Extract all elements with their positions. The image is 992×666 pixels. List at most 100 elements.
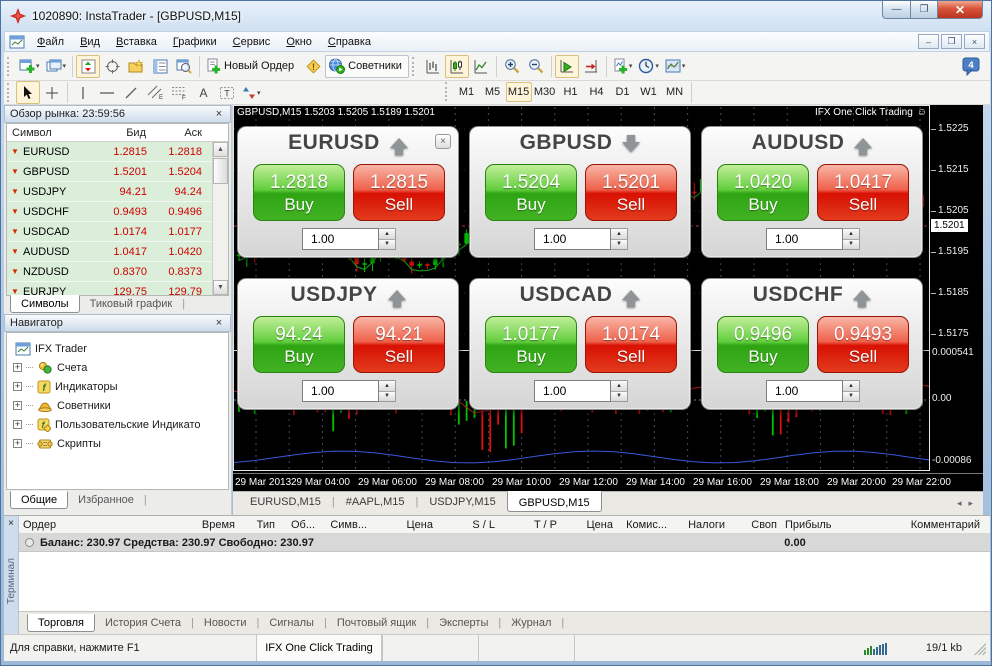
sell-button[interactable]: 1.2815Sell — [353, 164, 445, 221]
tab-signals[interactable]: Сигналы — [259, 615, 324, 631]
terminal-toggle-button[interactable] — [148, 55, 172, 78]
volume-input[interactable] — [766, 380, 843, 402]
spin-up-icon[interactable]: ▲ — [379, 381, 395, 392]
smiley-icon[interactable]: ☺ — [917, 107, 927, 118]
timeframe-w1[interactable]: W1 — [636, 82, 662, 102]
spin-down-icon[interactable]: ▼ — [379, 240, 395, 250]
volume-input[interactable] — [302, 380, 379, 402]
crosshair-target-button[interactable] — [100, 55, 124, 78]
timeframe-h1[interactable]: H1 — [558, 82, 584, 102]
spin-down-icon[interactable]: ▼ — [843, 392, 859, 402]
column-bid[interactable]: Бид — [99, 127, 151, 139]
menu-help[interactable]: Справка — [320, 34, 379, 50]
tab-journal[interactable]: Журнал — [501, 615, 561, 631]
sell-button[interactable]: 0.9493Sell — [817, 316, 909, 373]
sell-button[interactable]: 94.21Sell — [353, 316, 445, 373]
spin-down-icon[interactable]: ▼ — [379, 392, 395, 402]
tree-item-advisors[interactable]: + Советники — [7, 396, 228, 415]
tab-account-history[interactable]: История Счета — [95, 615, 191, 631]
market-watch-row[interactable]: ▼NZDUSD0.83700.8373 — [7, 262, 212, 282]
timeframe-m15[interactable]: M15 — [506, 82, 532, 102]
title-bar[interactable]: 1020890: InstaTrader - [GBPUSD,M15] — ❐ … — [1, 1, 991, 31]
toolbar-grip[interactable] — [445, 82, 450, 101]
toolbar-grip[interactable] — [412, 57, 417, 76]
spin-up-icon[interactable]: ▲ — [611, 229, 627, 240]
buy-button[interactable]: 1.2818Buy — [253, 164, 345, 221]
timeframe-m5[interactable]: M5 — [480, 82, 506, 102]
zoom-in-button[interactable] — [500, 55, 524, 78]
strategy-tester-button[interactable] — [172, 55, 196, 78]
sell-button[interactable]: 1.0417Sell — [817, 164, 909, 221]
volume-input[interactable] — [534, 380, 611, 402]
templates-button[interactable]: ▾ — [662, 55, 689, 78]
buy-button[interactable]: 0.9496Buy — [717, 316, 809, 373]
tab-eurusd-m15[interactable]: EURUSD,M15 — [239, 494, 332, 510]
market-watch-row[interactable]: ▼USDCAD1.01741.0177 — [7, 222, 212, 242]
bar-chart-button[interactable] — [421, 55, 445, 78]
timeframe-mn[interactable]: MN — [662, 82, 688, 102]
expand-icon[interactable]: + — [13, 401, 22, 410]
sell-button[interactable]: 1.5201Sell — [585, 164, 677, 221]
new-order-button[interactable]: Новый Ордер — [203, 55, 301, 78]
auto-scroll-button[interactable] — [555, 55, 579, 78]
terminal-close-icon[interactable]: × — [8, 516, 14, 529]
text-button[interactable]: A — [191, 81, 215, 104]
menu-window[interactable]: Окно — [278, 34, 320, 50]
alert-button[interactable]: ! — [301, 55, 325, 78]
tab-usdjpy-m15[interactable]: USDJPY,M15 — [418, 494, 506, 510]
tab-mailbox[interactable]: Почтовый ящик — [327, 615, 426, 631]
tabs-scroll-left-icon[interactable]: ◂ — [957, 498, 962, 509]
spin-down-icon[interactable]: ▼ — [611, 392, 627, 402]
maximize-button[interactable]: ❐ — [911, 1, 938, 19]
price-scale[interactable]: 1.5225 1.5215 1.5205 1.5201 1.5195 1.518… — [930, 105, 983, 491]
tab-news[interactable]: Новости — [194, 615, 257, 631]
tab-common[interactable]: Общие — [10, 491, 68, 509]
periods-button[interactable]: ▾ — [635, 55, 662, 78]
column-ask[interactable]: Аск — [151, 127, 207, 139]
expert-advisors-button[interactable]: Советники — [325, 55, 409, 78]
horizontal-line-button[interactable] — [95, 81, 119, 104]
menu-service[interactable]: Сервис — [225, 34, 279, 50]
close-button[interactable]: ✕ — [938, 1, 983, 19]
connection-bars-icon[interactable] — [864, 641, 890, 655]
spin-up-icon[interactable]: ▲ — [611, 381, 627, 392]
crosshair-button[interactable] — [40, 81, 64, 104]
spin-up-icon[interactable]: ▲ — [843, 229, 859, 240]
market-watch-close-icon[interactable]: × — [213, 108, 225, 120]
buy-button[interactable]: 1.5204Buy — [485, 164, 577, 221]
toolbar-grip[interactable] — [7, 57, 12, 76]
tab-tick-chart[interactable]: Тиковый график — [80, 296, 183, 312]
buy-button[interactable]: 94.24Buy — [253, 316, 345, 373]
timeframe-d1[interactable]: D1 — [610, 82, 636, 102]
tab-trade[interactable]: Торговля — [27, 614, 95, 632]
balance-row[interactable]: Баланс: 230.97 Средства: 230.97 Свободно… — [19, 534, 990, 552]
cursor-button[interactable] — [16, 81, 40, 104]
expand-icon[interactable]: + — [13, 382, 22, 391]
time-axis[interactable]: 29 Mar 2013 29 Mar 04:00 29 Mar 06:00 29… — [233, 473, 983, 491]
tree-item-scripts[interactable]: + Скрипты — [7, 434, 228, 453]
timeframe-m1[interactable]: M1 — [454, 82, 480, 102]
fibonacci-button[interactable]: F — [167, 81, 191, 104]
buy-button[interactable]: 1.0420Buy — [717, 164, 809, 221]
candlestick-button[interactable] — [445, 55, 469, 78]
notifications-button[interactable]: 4 — [958, 55, 984, 78]
vertical-line-button[interactable] — [71, 81, 95, 104]
volume-input[interactable] — [766, 228, 843, 250]
market-watch-button[interactable] — [76, 55, 100, 78]
tab-symbols[interactable]: Символы — [10, 295, 80, 313]
mdi-close-button[interactable]: × — [964, 34, 985, 49]
tab-favorites[interactable]: Избранное — [68, 492, 144, 508]
text-label-button[interactable]: T — [215, 81, 239, 104]
menu-file[interactable]: Файл — [29, 34, 72, 50]
menu-view[interactable]: Вид — [72, 34, 108, 50]
symbols-button[interactable] — [124, 55, 148, 78]
zoom-out-button[interactable] — [524, 55, 548, 78]
market-watch-row[interactable]: ▼GBPUSD1.52011.5204 — [7, 162, 212, 182]
timeframe-h4[interactable]: H4 — [584, 82, 610, 102]
expand-icon[interactable]: + — [13, 439, 22, 448]
buy-button[interactable]: 1.0177Buy — [485, 316, 577, 373]
status-mode[interactable]: IFX One Click Trading — [256, 635, 382, 661]
scroll-up-icon[interactable]: ▲ — [213, 142, 228, 157]
panel-close-button[interactable]: × — [435, 134, 451, 149]
column-order[interactable]: Ордер — [19, 519, 179, 531]
